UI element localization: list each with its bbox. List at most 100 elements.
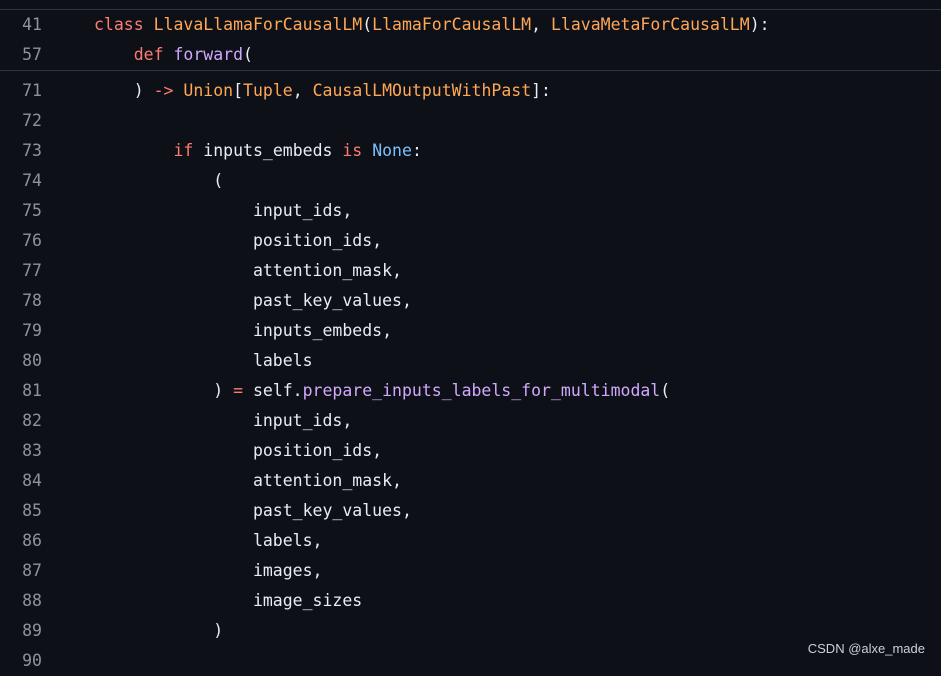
code-token: images,: [94, 561, 323, 580]
code-token: class: [94, 15, 154, 34]
line-number[interactable]: 88: [0, 586, 42, 616]
code-text: if inputs_embeds is None:: [94, 136, 422, 166]
code-text: position_ids,: [94, 226, 382, 256]
line-number[interactable]: 90: [0, 646, 42, 676]
code-line: 87 images,: [0, 556, 941, 586]
code-line: 79 inputs_embeds,: [0, 316, 941, 346]
line-number[interactable]: 71: [0, 76, 42, 106]
code-text: attention_mask,: [94, 466, 402, 496]
code-token: ): [94, 621, 224, 640]
code-text: past_key_values,: [94, 496, 412, 526]
code-line: 82 input_ids,: [0, 406, 941, 436]
sticky-code-line: 57 def forward(: [0, 40, 941, 70]
code-text: input_ids,: [94, 196, 352, 226]
code-token: ,: [531, 15, 551, 34]
code-text: (: [94, 166, 223, 196]
code-token: position_ids,: [94, 441, 383, 460]
code-text: images,: [94, 556, 323, 586]
code-token: if: [173, 141, 194, 160]
code-line: 84 attention_mask,: [0, 466, 941, 496]
line-number[interactable]: 89: [0, 616, 42, 646]
code-line: 90: [0, 646, 941, 676]
code-line: 89 ): [0, 616, 941, 646]
line-number[interactable]: 86: [0, 526, 42, 556]
code-line: 74 (: [0, 166, 941, 196]
line-number[interactable]: 85: [0, 496, 42, 526]
line-number[interactable]: 75: [0, 196, 42, 226]
code-line: 76 position_ids,: [0, 226, 941, 256]
line-number[interactable]: 87: [0, 556, 42, 586]
line-number[interactable]: 83: [0, 436, 42, 466]
code-token: inputs_embeds,: [94, 321, 393, 340]
code-line: 77 attention_mask,: [0, 256, 941, 286]
code-text: attention_mask,: [94, 256, 402, 286]
code-token: past_key_values,: [94, 501, 412, 520]
code-text: def forward(: [94, 40, 253, 70]
code-token: labels,: [94, 531, 323, 550]
line-number[interactable]: 77: [0, 256, 42, 286]
code-line: 83 position_ids,: [0, 436, 941, 466]
code-token: :: [411, 141, 422, 160]
line-number[interactable]: 73: [0, 136, 42, 166]
code-token: is: [342, 141, 363, 160]
code-line: 78 past_key_values,: [0, 286, 941, 316]
code-line: 72: [0, 106, 941, 136]
line-number[interactable]: 74: [0, 166, 42, 196]
code-token: ]:: [531, 81, 551, 100]
code-token: =: [233, 381, 244, 400]
code-text: ) = self.prepare_inputs_labels_for_multi…: [94, 376, 670, 406]
code-token: (: [660, 381, 671, 400]
line-number[interactable]: 81: [0, 376, 42, 406]
code-token: self.: [243, 381, 303, 400]
code-token: (: [362, 15, 373, 34]
code-line: 85 past_key_values,: [0, 496, 941, 526]
code-line: 86 labels,: [0, 526, 941, 556]
code-text: labels,: [94, 526, 323, 556]
line-number[interactable]: 57: [0, 40, 42, 70]
code-token: (: [94, 171, 224, 190]
code-line: 80 labels: [0, 346, 941, 376]
line-number[interactable]: 78: [0, 286, 42, 316]
code-token: Tuple: [243, 81, 293, 100]
code-token: forward: [173, 45, 244, 64]
code-token: ->: [153, 81, 174, 100]
code-line: 75 input_ids,: [0, 196, 941, 226]
code-line: 73 if inputs_embeds is None:: [0, 136, 941, 166]
code-text: inputs_embeds,: [94, 316, 392, 346]
code-text: class LlavaLlamaForCausalLM(LlamaForCaus…: [94, 10, 770, 40]
line-number[interactable]: 80: [0, 346, 42, 376]
code-token: ,: [292, 81, 313, 100]
code-line: 88 image_sizes: [0, 586, 941, 616]
header-divider: [0, 0, 941, 10]
code-token: (: [243, 45, 253, 64]
code-token: LlamaForCausalLM: [372, 15, 532, 34]
line-number[interactable]: 76: [0, 226, 42, 256]
code-text: position_ids,: [94, 436, 382, 466]
code-text: input_ids,: [94, 406, 352, 436]
line-number[interactable]: 82: [0, 406, 42, 436]
code-line: 81 ) = self.prepare_inputs_labels_for_mu…: [0, 376, 941, 406]
sticky-code-line: 41 class LlavaLlamaForCausalLM(LlamaForCa…: [0, 10, 941, 40]
code-text: ): [94, 616, 223, 646]
line-number[interactable]: 41: [0, 10, 42, 40]
code-token: attention_mask,: [94, 471, 402, 490]
code-token: [: [233, 81, 244, 100]
code-token: Union: [183, 81, 234, 100]
code-token: inputs_embeds: [193, 141, 343, 160]
code-token: CausalLMOutputWithPast: [312, 81, 532, 100]
code-line: 71 ) -> Union[Tuple, CausalLMOutputWithP…: [0, 76, 941, 106]
line-number[interactable]: 84: [0, 466, 42, 496]
code-token: input_ids,: [94, 201, 353, 220]
code-token: ): [94, 381, 234, 400]
code-token: attention_mask,: [94, 261, 402, 280]
line-number[interactable]: 72: [0, 106, 42, 136]
code-text: ) -> Union[Tuple, CausalLMOutputWithPast…: [94, 76, 551, 106]
code-token: past_key_values,: [94, 291, 412, 310]
code-token: def: [133, 45, 174, 64]
code-text: image_sizes: [94, 586, 362, 616]
code-token: prepare_inputs_labels_for_multimodal: [302, 381, 661, 400]
line-number[interactable]: 79: [0, 316, 42, 346]
